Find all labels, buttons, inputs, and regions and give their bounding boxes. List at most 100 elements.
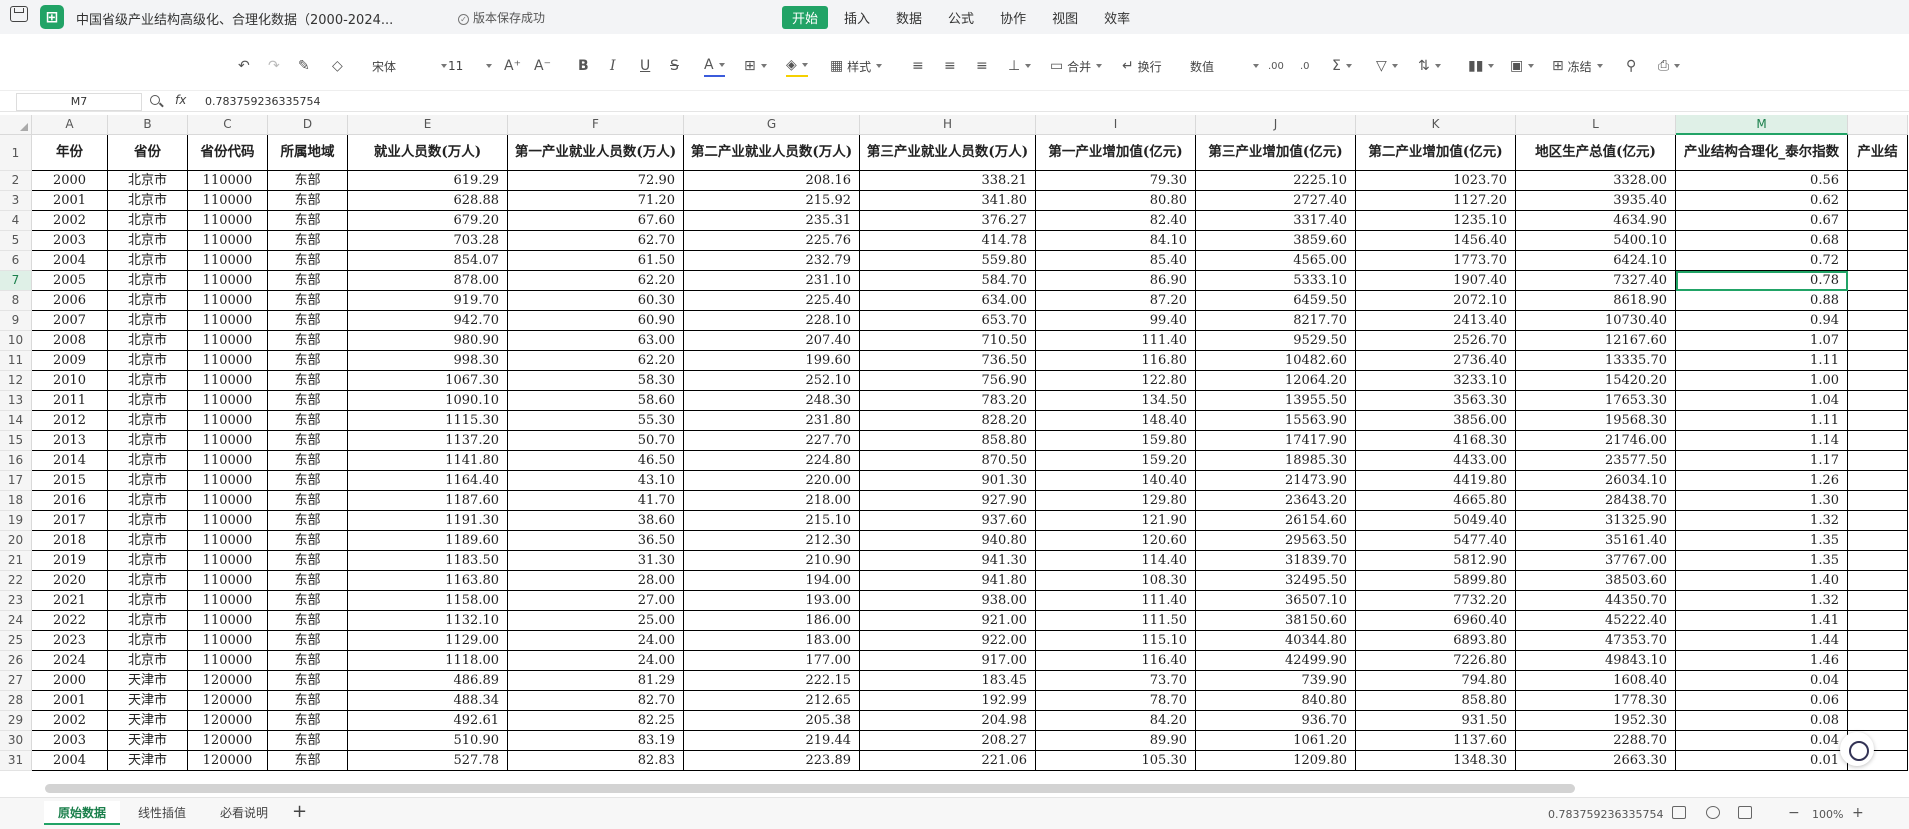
table-cell[interactable]: 7732.20 <box>1356 591 1516 611</box>
menu-item[interactable]: 协作 <box>990 6 1036 29</box>
table-cell[interactable]: 1.11 <box>1676 411 1848 431</box>
row-header[interactable]: 11 <box>0 351 32 371</box>
table-cell[interactable]: 0.94 <box>1676 311 1848 331</box>
table-cell[interactable]: 110000 <box>188 331 268 351</box>
table-cell[interactable]: 87.20 <box>1036 291 1196 311</box>
table-cell[interactable]: 31325.90 <box>1516 511 1676 531</box>
table-cell[interactable]: 北京市 <box>108 271 188 291</box>
table-cell[interactable]: 2009 <box>32 351 108 371</box>
table-cell[interactable]: 110000 <box>188 291 268 311</box>
table-cell[interactable]: 24.00 <box>508 651 684 671</box>
table-cell[interactable]: 936.70 <box>1196 711 1356 731</box>
table-cell[interactable]: 东部 <box>268 551 348 571</box>
table-cell[interactable]: 15563.90 <box>1196 411 1356 431</box>
row-header[interactable]: 27 <box>0 671 32 691</box>
table-cell[interactable]: 7226.80 <box>1356 651 1516 671</box>
table-cell[interactable]: 13955.50 <box>1196 391 1356 411</box>
table-cell[interactable]: 110000 <box>188 391 268 411</box>
table-cell[interactable]: 221.06 <box>860 751 1036 771</box>
table-cell[interactable]: 122.80 <box>1036 371 1196 391</box>
row-header[interactable]: 30 <box>0 731 32 751</box>
table-cell[interactable]: 120000 <box>188 731 268 751</box>
merge-button[interactable]: ▭ 合并 <box>1050 55 1102 77</box>
table-cell[interactable]: 110000 <box>188 371 268 391</box>
table-cell[interactable]: 0.04 <box>1676 731 1848 751</box>
table-cell[interactable]: 东部 <box>268 451 348 471</box>
table-cell[interactable]: 1163.80 <box>348 571 508 591</box>
table-cell[interactable]: 东部 <box>268 391 348 411</box>
table-cell[interactable] <box>1848 531 1908 551</box>
table-cell[interactable]: 5333.10 <box>1196 271 1356 291</box>
table-cell[interactable]: 235.31 <box>684 211 860 231</box>
table-cell[interactable]: 8618.90 <box>1516 291 1676 311</box>
table-cell[interactable]: 84.20 <box>1036 711 1196 731</box>
table-cell[interactable]: 82.70 <box>508 691 684 711</box>
table-cell[interactable]: 东部 <box>268 491 348 511</box>
table-cell[interactable]: 北京市 <box>108 591 188 611</box>
row-header[interactable]: 20 <box>0 531 32 551</box>
table-cell[interactable]: 78.70 <box>1036 691 1196 711</box>
table-cell[interactable]: 116.40 <box>1036 651 1196 671</box>
row-header[interactable]: 5 <box>0 231 32 251</box>
table-cell[interactable]: 252.10 <box>684 371 860 391</box>
table-cell[interactable]: 42499.90 <box>1196 651 1356 671</box>
table-cell[interactable]: 东部 <box>268 611 348 631</box>
table-cell[interactable]: 1189.60 <box>348 531 508 551</box>
table-cell[interactable]: 55.30 <box>508 411 684 431</box>
table-cell[interactable]: 703.28 <box>348 231 508 251</box>
table-cell[interactable]: 115.10 <box>1036 631 1196 651</box>
table-cell[interactable]: 223.89 <box>684 751 860 771</box>
sheet-tab[interactable]: 线性插值 <box>124 801 200 825</box>
table-cell[interactable]: 2004 <box>32 251 108 271</box>
table-cell[interactable]: 北京市 <box>108 251 188 271</box>
table-cell[interactable]: 38150.60 <box>1196 611 1356 631</box>
table-cell[interactable]: 1183.50 <box>348 551 508 571</box>
table-cell[interactable]: 2001 <box>32 691 108 711</box>
align-right-icon[interactable]: ≡ <box>976 55 988 77</box>
table-cell[interactable]: 1090.10 <box>348 391 508 411</box>
table-cell[interactable]: 62.70 <box>508 231 684 251</box>
table-cell[interactable]: 东部 <box>268 411 348 431</box>
table-cell[interactable]: 736.50 <box>860 351 1036 371</box>
table-cell[interactable] <box>1848 431 1908 451</box>
table-cell[interactable]: 110000 <box>188 471 268 491</box>
table-cell[interactable]: 2019 <box>32 551 108 571</box>
table-cell[interactable]: 北京市 <box>108 491 188 511</box>
row-header[interactable]: 16 <box>0 451 32 471</box>
table-cell[interactable]: 12064.20 <box>1196 371 1356 391</box>
table-cell[interactable]: 东部 <box>268 471 348 491</box>
table-cell[interactable] <box>1848 391 1908 411</box>
table-cell[interactable]: 183.45 <box>860 671 1036 691</box>
table-cell[interactable]: 110000 <box>188 191 268 211</box>
table-cell[interactable]: 东部 <box>268 631 348 651</box>
table-cell[interactable]: 6960.40 <box>1356 611 1516 631</box>
row-header[interactable]: 29 <box>0 711 32 731</box>
table-cell[interactable]: 110000 <box>188 651 268 671</box>
table-cell[interactable]: 2736.40 <box>1356 351 1516 371</box>
table-cell[interactable]: 6424.10 <box>1516 251 1676 271</box>
table-cell[interactable]: 36507.10 <box>1196 591 1356 611</box>
row-header[interactable]: 22 <box>0 571 32 591</box>
table-cell[interactable]: 492.61 <box>348 711 508 731</box>
table-cell[interactable]: 东部 <box>268 311 348 331</box>
table-cell[interactable]: 东部 <box>268 331 348 351</box>
row-header[interactable]: 8 <box>0 291 32 311</box>
table-cell[interactable]: 84.10 <box>1036 231 1196 251</box>
table-cell[interactable]: 北京市 <box>108 211 188 231</box>
table-cell[interactable]: 东部 <box>268 751 348 771</box>
table-cell[interactable]: 212.65 <box>684 691 860 711</box>
redo-icon[interactable]: ↷ <box>268 55 280 77</box>
column-header[interactable]: K <box>1356 115 1516 135</box>
table-cell[interactable]: 634.00 <box>860 291 1036 311</box>
table-cell[interactable]: 27.00 <box>508 591 684 611</box>
table-cell[interactable]: 18985.30 <box>1196 451 1356 471</box>
table-cell[interactable]: 东部 <box>268 671 348 691</box>
table-cell[interactable]: 82.83 <box>508 751 684 771</box>
row-header[interactable]: 17 <box>0 471 32 491</box>
menu-item[interactable]: 公式 <box>938 6 984 29</box>
row-header[interactable]: 23 <box>0 591 32 611</box>
table-cell[interactable]: 36.50 <box>508 531 684 551</box>
table-cell[interactable]: 231.80 <box>684 411 860 431</box>
table-cell[interactable]: 1778.30 <box>1516 691 1676 711</box>
search-icon[interactable]: ⚲ <box>1626 55 1636 77</box>
